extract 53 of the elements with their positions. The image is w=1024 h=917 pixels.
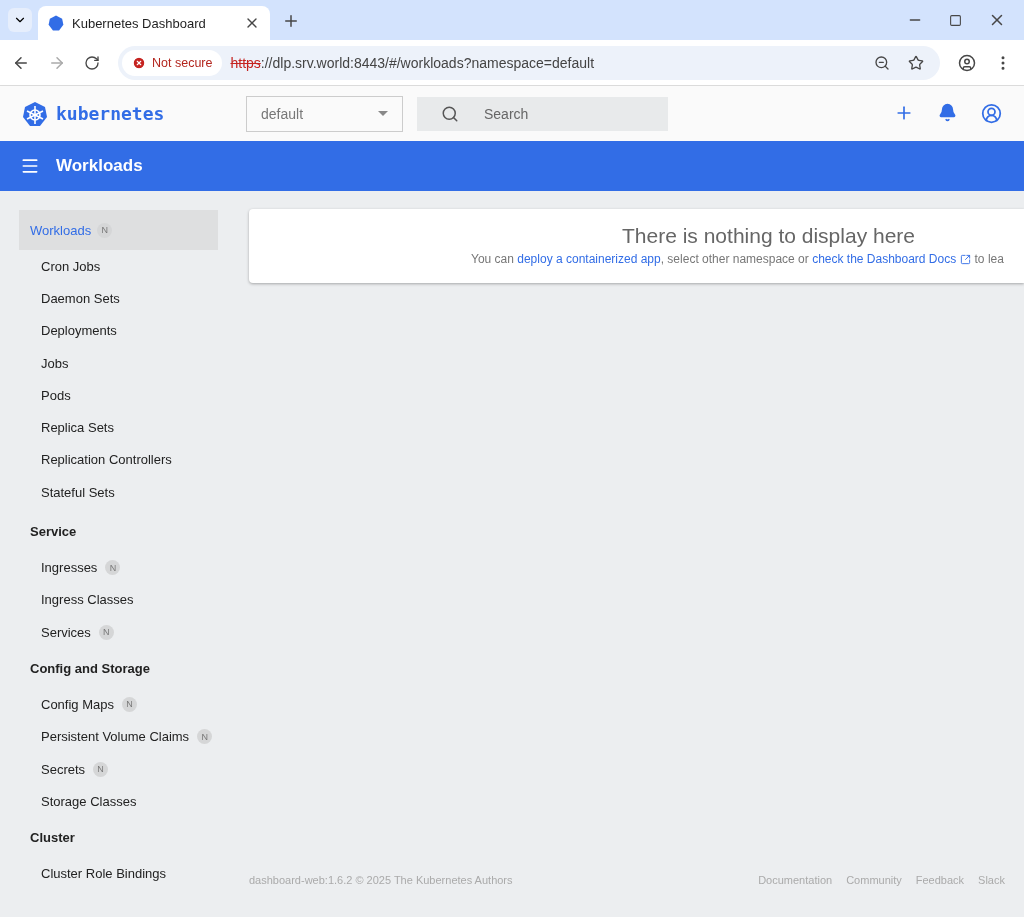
tab-list-button[interactable]	[8, 8, 32, 32]
nav-item[interactable]: Daemon Sets	[41, 290, 120, 306]
maximize-icon[interactable]	[949, 13, 962, 27]
search-field[interactable]: Search	[417, 96, 668, 131]
new-tab-icon[interactable]	[282, 12, 300, 30]
error-icon	[132, 55, 146, 70]
nav-section-item[interactable]: Workloads N	[19, 210, 218, 250]
nav-item[interactable]: Persistent Volume Claims	[41, 729, 190, 745]
browser-tab[interactable]: Kubernetes Dashboard	[38, 6, 270, 40]
namespaced-badge: N	[98, 624, 114, 640]
docs-link[interactable]: check the Dashboard Docs	[812, 252, 972, 266]
empty-state-title: There is nothing to display here	[622, 224, 916, 248]
nav-item[interactable]: Config Maps	[41, 696, 114, 712]
empty-state-message: You can deploy a containerized app, select other namespace or check the Dashboard Docs to lea	[471, 252, 1005, 266]
namespaced-badge: N	[97, 222, 113, 238]
search-icon	[441, 104, 459, 123]
nav-item[interactable]: Services	[41, 624, 91, 640]
profile-icon[interactable]	[958, 53, 976, 72]
nav-item[interactable]: Jobs	[41, 355, 69, 371]
notifications-icon[interactable]	[938, 103, 957, 124]
nav-item[interactable]: Pods	[41, 387, 71, 403]
brand-name[interactable]: kubernetes	[56, 103, 246, 124]
zoom-out-icon[interactable]	[874, 54, 890, 71]
nav-item[interactable]: Ingress Classes	[41, 592, 134, 608]
reload-icon[interactable]	[84, 54, 100, 71]
nav-item[interactable]: Replication Controllers	[41, 452, 172, 468]
star-icon[interactable]	[908, 54, 924, 71]
kubernetes-favicon-icon	[48, 15, 64, 31]
docs-link[interactable]: deploy a containerized app	[517, 252, 661, 266]
nav-item[interactable]: Ingresses	[41, 560, 98, 575]
nav-item[interactable]: Stateful Sets	[41, 484, 115, 500]
page-title: Workloads	[56, 156, 143, 176]
namespaced-badge: N	[105, 560, 121, 575]
nav-item[interactable]: Cluster Role Bindings	[41, 866, 166, 882]
dropdown-caret-icon	[378, 111, 388, 116]
namespaced-badge: N	[197, 729, 213, 745]
namespaced-badge: N	[93, 761, 109, 777]
account-icon[interactable]	[981, 103, 1002, 124]
nav-item[interactable]: Storage Classes	[41, 793, 137, 809]
nav-item[interactable]: Secrets	[41, 761, 86, 777]
menu-icon[interactable]	[20, 156, 40, 176]
nav-item[interactable]: Replica Sets	[41, 420, 114, 436]
nav-section-heading[interactable]: Service	[19, 511, 218, 552]
copyright-text: dashboard-web:1.6.2 © 2025 The Kubernetes Authors	[249, 874, 513, 886]
nav-item[interactable]: Cron Jobs	[41, 258, 101, 274]
namespace-dropdown[interactable]: default	[246, 95, 403, 132]
security-chip[interactable]: Not secure	[122, 49, 223, 76]
namespaced-badge: N	[122, 696, 137, 712]
nav-section-heading[interactable]: Cluster	[19, 817, 218, 858]
nav-section-heading[interactable]: Config and Storage	[19, 648, 218, 689]
kubernetes-logo-icon	[22, 100, 48, 127]
nav-item[interactable]: Deployments	[41, 323, 117, 339]
url-text[interactable]: https://dlp.srv.world:8443/#/workloads?namespace=default	[230, 54, 866, 71]
